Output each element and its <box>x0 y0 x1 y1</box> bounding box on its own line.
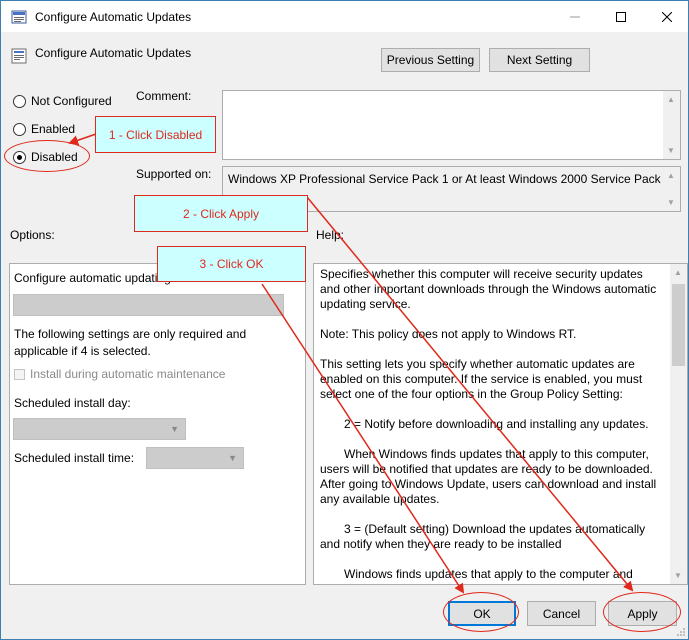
comment-textarea[interactable]: ▲ ▼ <box>222 90 681 160</box>
help-text: Specifies whether this computer will rec… <box>320 267 666 584</box>
maximize-icon <box>616 11 626 22</box>
help-scrollbar[interactable]: ▲ ▼ <box>670 264 687 584</box>
help-paragraph: Specifies whether this computer will rec… <box>320 267 657 311</box>
close-button[interactable] <box>644 1 689 32</box>
checkbox-label: Install during automatic maintenance <box>30 367 226 381</box>
comment-scrollbar[interactable]: ▲ ▼ <box>663 91 680 159</box>
chevron-down-icon: ▼ <box>228 453 237 463</box>
help-paragraph: Windows finds updates that apply to the … <box>344 567 633 581</box>
install-day-select[interactable]: ▼ <box>13 418 186 440</box>
chevron-down-icon: ▼ <box>170 424 179 434</box>
install-maintenance-checkbox[interactable]: Install during automatic maintenance <box>14 367 225 381</box>
comment-label: Comment: <box>136 89 192 103</box>
scroll-up-icon[interactable]: ▲ <box>674 268 682 277</box>
scroll-up-icon[interactable]: ▲ <box>667 95 675 104</box>
install-time-select[interactable]: ▼ <box>146 447 244 469</box>
radio-circle <box>13 94 26 108</box>
annotation-step1: 1 - Click Disabled <box>95 116 216 153</box>
install-day-label: Scheduled install day: <box>14 396 131 410</box>
options-label: Options: <box>10 228 55 242</box>
radio-label: Enabled <box>31 122 76 136</box>
annotation-ellipse-disabled <box>4 140 90 172</box>
radio-enabled[interactable]: Enabled <box>13 122 75 136</box>
supported-value: Windows XP Professional Service Pack 1 o… <box>228 172 671 186</box>
cancel-button[interactable]: Cancel <box>527 601 596 626</box>
options-panel: Configure automatic updating: The follow… <box>9 263 306 585</box>
annotation-ellipse-apply <box>603 592 681 632</box>
annotation-step2: 2 - Click Apply <box>134 195 308 232</box>
title-bar: Configure Automatic Updates <box>1 1 688 32</box>
previous-setting-button[interactable]: Previous Setting <box>381 48 480 72</box>
scroll-down-icon[interactable]: ▼ <box>674 571 682 580</box>
minimize-button[interactable] <box>552 1 598 32</box>
configure-updating-select[interactable] <box>13 294 284 316</box>
supported-scrollbar[interactable]: ▲ ▼ <box>663 167 680 211</box>
scroll-down-icon[interactable]: ▼ <box>667 146 675 155</box>
resize-grip-icon[interactable] <box>676 627 686 637</box>
policy-icon <box>11 48 27 64</box>
setting-title: Configure Automatic Updates <box>35 46 192 60</box>
radio-label: Not Configured <box>31 94 112 108</box>
annotation-ellipse-ok <box>443 592 519 632</box>
help-paragraph: Note: This policy does not apply to Wind… <box>320 327 577 341</box>
radio-circle <box>13 122 26 136</box>
maximize-button[interactable] <box>598 1 644 32</box>
options-info-text: The following settings are only required… <box>14 327 247 358</box>
help-paragraph: This setting lets you specify whether au… <box>320 357 643 401</box>
checkbox-box <box>14 368 25 380</box>
scroll-down-icon[interactable]: ▼ <box>667 198 675 207</box>
help-paragraph: When Windows finds updates that apply to… <box>320 447 657 506</box>
close-icon <box>662 11 672 22</box>
minimize-icon <box>570 16 580 17</box>
scroll-up-icon[interactable]: ▲ <box>667 171 675 180</box>
radio-not-configured[interactable]: Not Configured <box>13 94 112 108</box>
scroll-thumb[interactable] <box>672 284 685 366</box>
help-paragraph: 3 = (Default setting) Download the updat… <box>320 522 646 551</box>
supported-label: Supported on: <box>136 167 212 181</box>
help-label: Help: <box>316 228 345 242</box>
annotation-step3: 3 - Click OK <box>157 246 306 282</box>
next-setting-button[interactable]: Next Setting <box>489 48 590 72</box>
install-time-label: Scheduled install time: <box>14 451 135 465</box>
configure-updating-label: Configure automatic updating: <box>14 271 175 285</box>
policy-icon <box>11 10 27 24</box>
help-paragraph: 2 = Notify before downloading and instal… <box>344 417 649 431</box>
help-panel: Specifies whether this computer will rec… <box>313 263 688 585</box>
window-title: Configure Automatic Updates <box>35 10 192 24</box>
dialog-window: Configure Automatic Updates Configure Au… <box>0 0 689 640</box>
